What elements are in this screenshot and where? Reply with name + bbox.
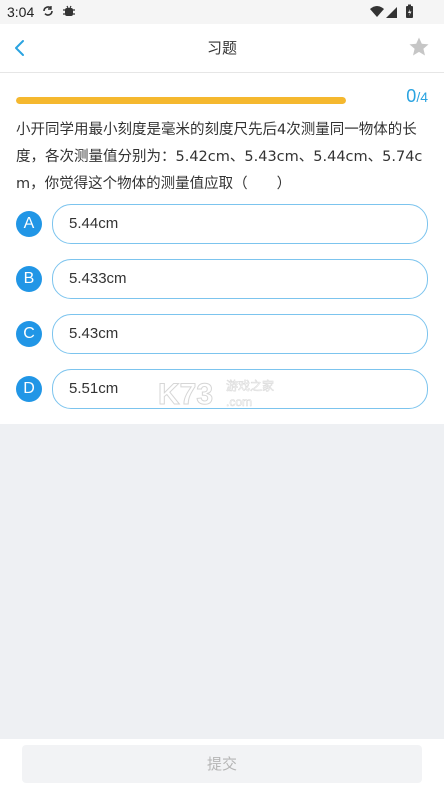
progress-count: 0/4 [406,86,428,107]
footer-bar: 提交 [0,739,444,789]
question-card: 0/4 小开同学用最小刻度是毫米的刻度尺先后4次测量同一物体的长度，各次测量值分… [0,73,444,424]
option-c[interactable]: C 5.43cm [16,314,430,354]
sync-icon [43,6,53,16]
option-letter: C [16,321,42,347]
option-text: 5.43cm [69,325,119,342]
app-header: 习题 [0,24,444,73]
option-text: 5.51cm [69,380,119,397]
battery-icon [406,4,413,18]
option-box[interactable]: 5.51cm [52,369,428,409]
option-d[interactable]: D 5.51cm [16,369,430,409]
option-letter: D [16,376,42,402]
option-a[interactable]: A 5.44cm [16,204,430,244]
status-time: 3:04 [7,4,35,20]
question-text: 小开同学用最小刻度是毫米的刻度尺先后4次测量同一物体的长度，各次测量值分别为：5… [16,122,423,192]
option-letter: B [16,266,42,292]
option-box[interactable]: 5.433cm [52,259,428,299]
progress-current: 0 [406,86,417,106]
submit-button[interactable]: 提交 [22,745,422,783]
option-letter: A [16,211,42,237]
option-box[interactable]: 5.44cm [52,204,428,244]
progress-bar [16,97,346,104]
page-title: 习题 [206,39,237,57]
bug-icon [63,5,75,16]
option-text: 5.433cm [69,270,127,287]
favorite-star-icon[interactable] [408,36,430,58]
option-box[interactable]: 5.43cm [52,314,428,354]
status-bar: 3:04 [0,0,444,24]
progress-total: 4 [420,89,428,105]
option-b[interactable]: B 5.433cm [16,259,430,299]
signal-icon [386,7,397,18]
option-text: 5.44cm [69,215,119,232]
status-icons [370,4,413,18]
wifi-icon [370,6,384,17]
progress-fill [16,97,346,104]
